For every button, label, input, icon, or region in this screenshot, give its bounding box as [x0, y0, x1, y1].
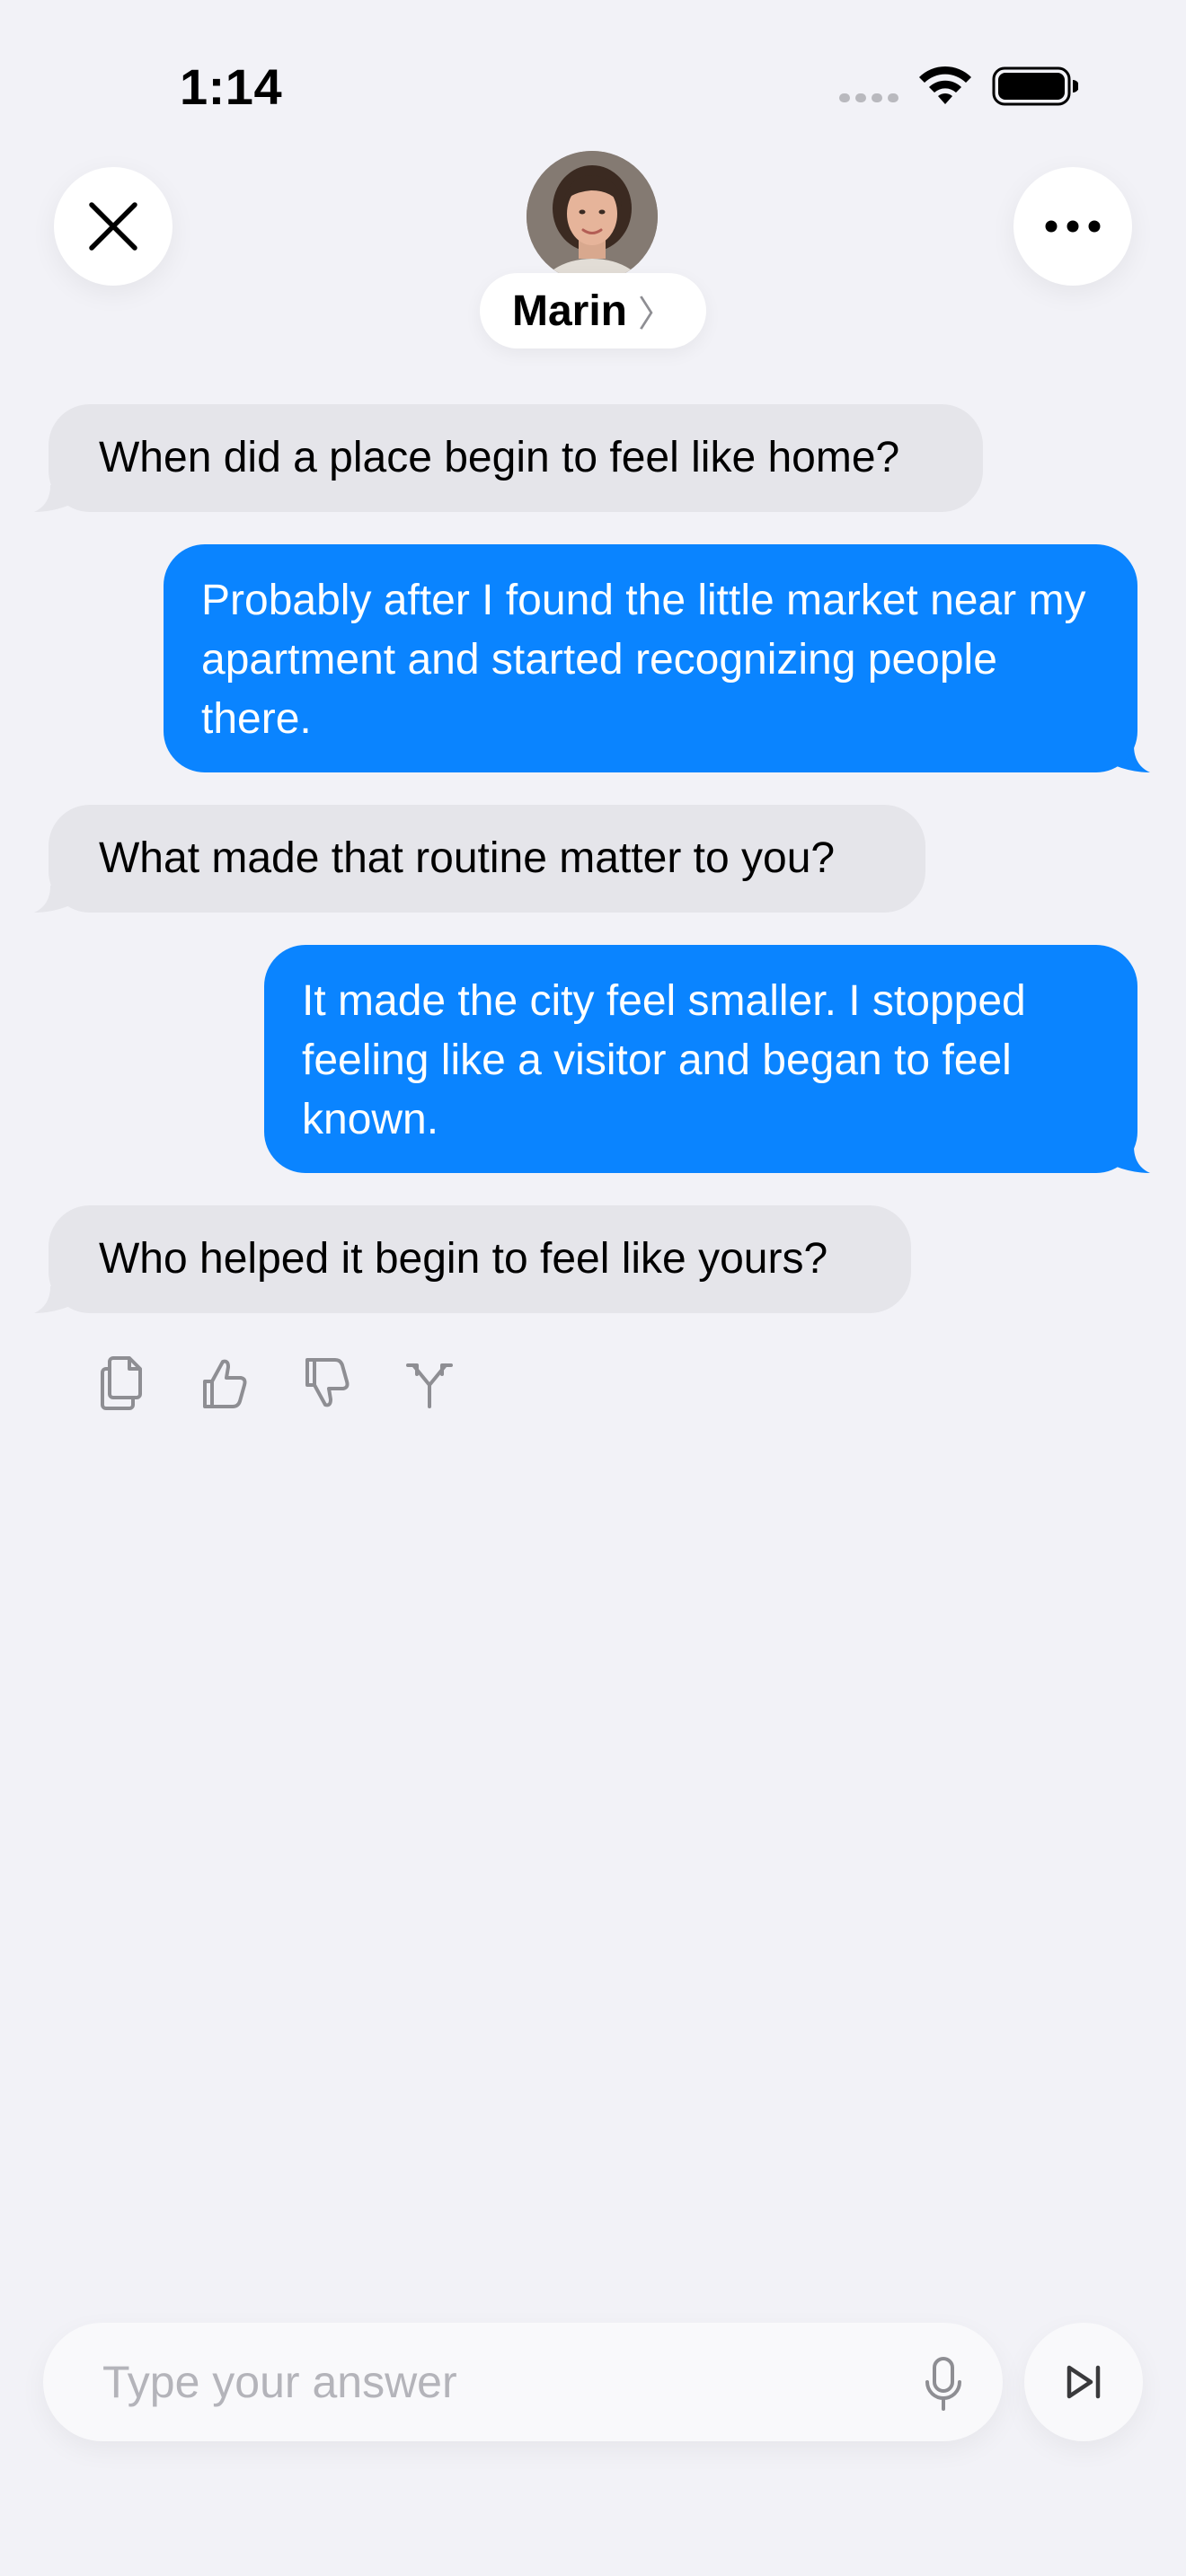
branch-icon[interactable] — [404, 1354, 455, 1412]
chevron-right-icon: 〉 — [638, 295, 674, 334]
status-bar: 1:14 — [0, 0, 1186, 171]
skip-forward-icon — [1067, 2365, 1101, 2399]
message-bubble-incoming: When did a place begin to feel like home… — [49, 404, 983, 512]
microphone-icon[interactable] — [920, 2355, 967, 2413]
message-bubble-incoming: Who helped it begin to feel like yours? — [49, 1205, 911, 1313]
close-button[interactable] — [54, 167, 173, 286]
battery-icon — [992, 66, 1078, 106]
answer-input[interactable] — [102, 2323, 893, 2441]
thumbs-up-icon[interactable] — [199, 1354, 250, 1412]
message-text: When did a place begin to feel like home… — [99, 434, 900, 481]
skip-button[interactable] — [1024, 2323, 1143, 2441]
copy-icon[interactable] — [97, 1354, 147, 1412]
message-text: It made the city feel smaller. I stopped… — [302, 977, 1026, 1143]
message-text: Who helped it begin to feel like yours? — [99, 1235, 828, 1283]
thumbs-down-icon[interactable] — [302, 1354, 352, 1412]
avatar-image — [527, 151, 658, 282]
more-icon — [1045, 220, 1101, 233]
status-time: 1:14 — [180, 58, 283, 115]
contact-name: Marin — [511, 287, 627, 335]
message-bubble-outgoing: Probably after I found the little market… — [164, 544, 1137, 772]
wifi-icon — [919, 66, 971, 104]
answer-input-container — [43, 2323, 1003, 2441]
close-icon — [89, 202, 137, 251]
message-text: Probably after I found the little market… — [201, 577, 1086, 743]
avatar[interactable] — [527, 151, 658, 282]
message-bubble-outgoing: It made the city feel smaller. I stopped… — [264, 945, 1137, 1173]
cellular-signal-icon — [839, 93, 898, 102]
more-button[interactable] — [1013, 167, 1132, 286]
contact-name-button[interactable]: Marin 〉 — [480, 273, 706, 348]
message-bubble-incoming: What made that routine matter to you? — [49, 805, 925, 913]
message-text: What made that routine matter to you? — [99, 834, 836, 882]
